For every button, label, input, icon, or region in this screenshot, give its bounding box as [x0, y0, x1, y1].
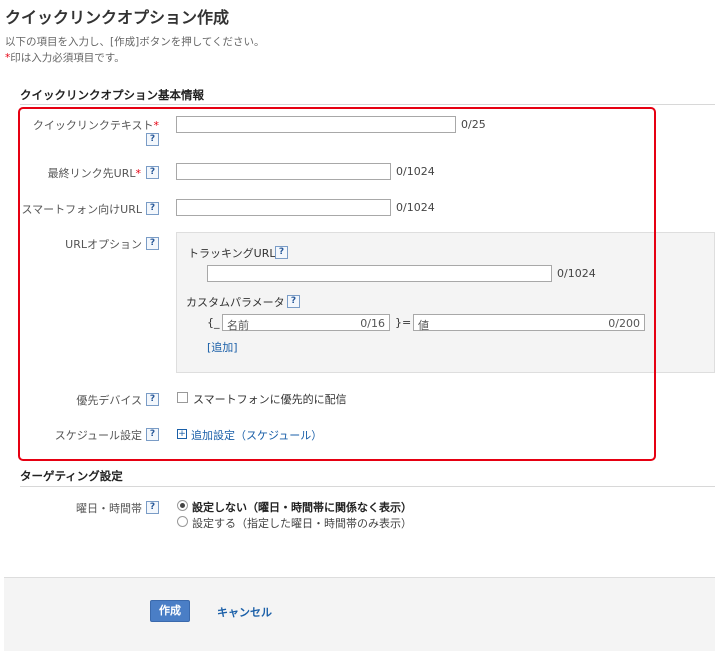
page-title: クイックリンクオプション作成 — [5, 8, 230, 27]
day-time-label: 曜日・時間帯 — [76, 502, 142, 515]
required-note: *印は入力必須項目です。 — [5, 50, 125, 65]
targeting-section-title: ターゲティング設定 — [20, 469, 123, 483]
basic-section-title: クイックリンクオプション基本情報 — [20, 88, 204, 102]
cancel-link[interactable]: キャンセル — [217, 604, 272, 620]
highlight-frame — [18, 107, 656, 461]
create-button[interactable]: 作成 — [150, 600, 190, 622]
footer-bar — [4, 577, 715, 651]
targeting-section-divider — [20, 486, 715, 487]
day-time-radio-set[interactable] — [177, 516, 188, 527]
day-time-help-icon[interactable]: ? — [146, 501, 159, 514]
required-note-text: 印は入力必須項目です。 — [10, 52, 125, 64]
page-description: 以下の項目を入力し、[作成]ボタンを押してください。 — [5, 36, 265, 48]
day-time-radio-none[interactable] — [177, 500, 188, 511]
day-time-option-none[interactable]: 設定しない（曜日・時間帯に関係なく表示） — [192, 499, 412, 515]
basic-section-divider — [20, 104, 715, 105]
day-time-option-set[interactable]: 設定する（指定した曜日・時間帯のみ表示） — [192, 515, 412, 531]
